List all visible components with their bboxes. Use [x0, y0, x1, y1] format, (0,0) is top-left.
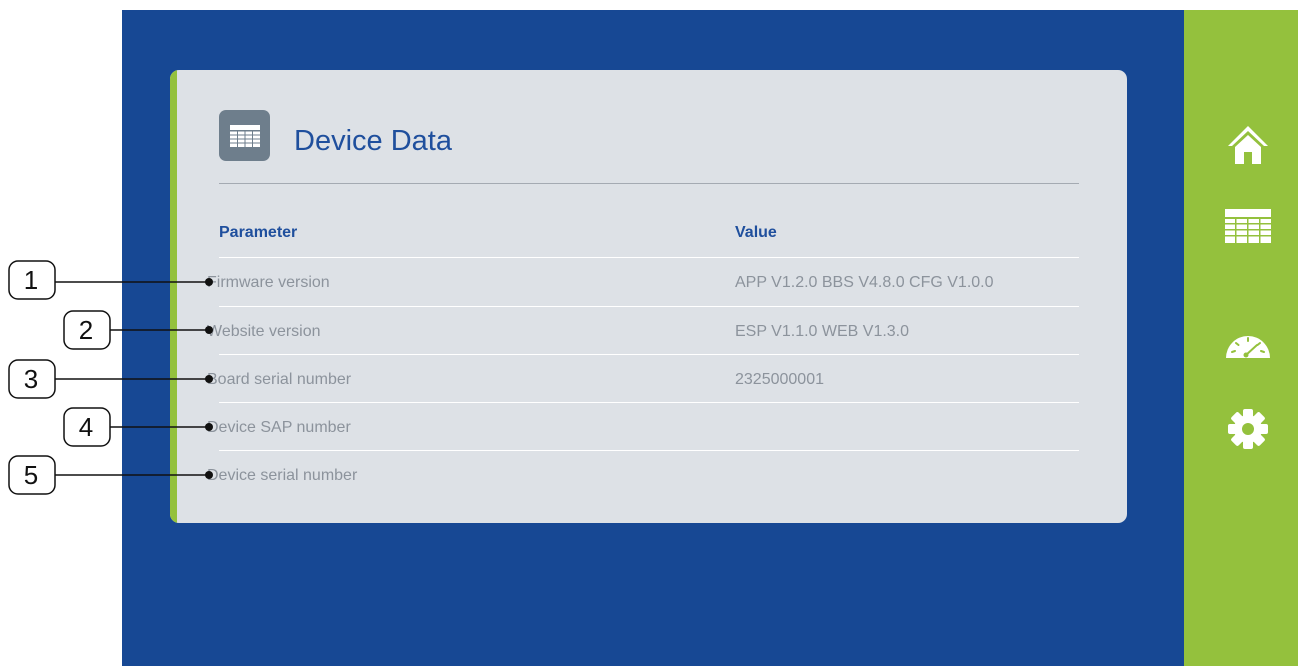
table-row: Board serial number 2325000001 — [205, 354, 1079, 403]
nav-settings-button[interactable] — [1224, 405, 1272, 453]
nav-gauge-button[interactable] — [1224, 321, 1272, 369]
table-row: Website version ESP V1.1.0 WEB V1.3.0 — [205, 306, 1079, 355]
table-row: Device SAP number — [205, 402, 1079, 451]
card-accent-bar — [170, 70, 177, 523]
row-value: ESP V1.1.0 WEB V1.3.0 — [735, 323, 910, 340]
title-divider — [219, 183, 1079, 184]
callout-number: 3 — [23, 364, 39, 394]
home-icon — [1228, 126, 1268, 164]
table-row: Firmware version APP V1.2.0 BBS V4.8.0 C… — [205, 257, 1079, 306]
row-divider — [219, 402, 1079, 403]
callout-badge-2 — [63, 310, 111, 350]
row-value: 2325000001 — [735, 371, 824, 388]
callout-badge-5 — [8, 455, 56, 495]
callout-badge-1 — [8, 260, 56, 300]
row-label: Firmware version — [207, 274, 330, 291]
nav-home-button[interactable] — [1224, 121, 1272, 169]
row-label: Website version — [207, 323, 321, 340]
table-icon — [229, 124, 260, 147]
row-divider — [219, 306, 1079, 307]
callout-number: 4 — [78, 412, 94, 442]
row-divider — [219, 450, 1079, 451]
callout-number: 2 — [78, 315, 94, 345]
table-icon — [1225, 209, 1271, 243]
callout-number: 5 — [23, 460, 39, 490]
device-data-header-icon — [219, 110, 270, 161]
callout-badge-4 — [63, 407, 111, 447]
gauge-icon — [1226, 336, 1270, 358]
row-label: Board serial number — [207, 371, 352, 388]
row-divider — [219, 257, 1079, 258]
device-data-card: Device Data Parameter Value Firmware ver… — [170, 70, 1127, 523]
table-row: Device serial number — [205, 450, 1079, 499]
gear-icon — [1228, 409, 1268, 449]
row-value: APP V1.2.0 BBS V4.8.0 CFG V1.0.0 — [735, 274, 994, 291]
callout-number: 1 — [23, 265, 39, 295]
column-header-parameter: Parameter — [219, 224, 298, 241]
row-label: Device SAP number — [207, 419, 351, 436]
nav-device-data-button[interactable] — [1224, 202, 1272, 250]
row-label: Device serial number — [207, 467, 358, 484]
row-divider — [219, 354, 1079, 355]
callout-badge-3 — [8, 359, 56, 399]
page-title: Device Data — [294, 125, 452, 157]
column-header-value: Value — [735, 224, 777, 241]
sidebar-nav — [1184, 10, 1298, 666]
